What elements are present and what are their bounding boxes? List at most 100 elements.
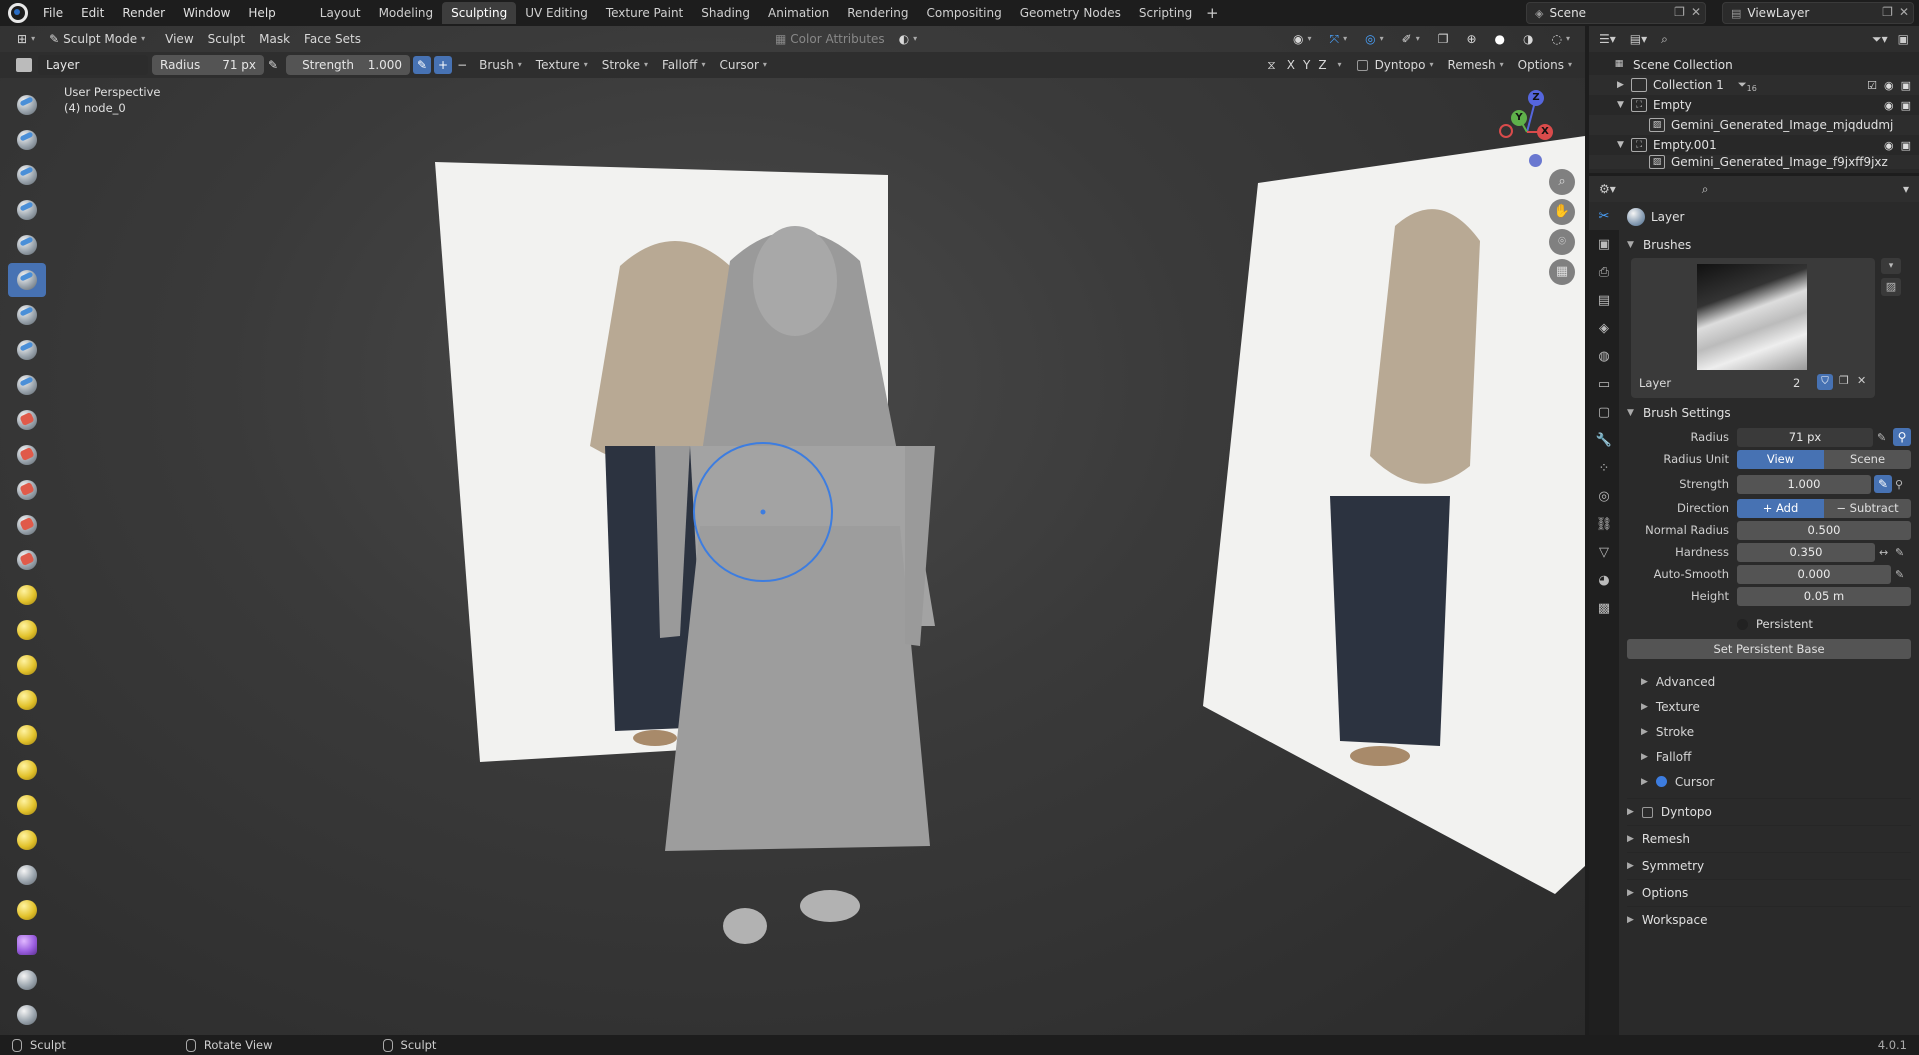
workspace-section[interactable]: ▶ Workspace — [1627, 906, 1911, 933]
modifiers-tab-icon[interactable]: 🔧 — [1589, 426, 1619, 454]
add-workspace-icon[interactable]: + — [1201, 4, 1223, 22]
outliner-scene-collection[interactable]: ▦ Scene Collection — [1589, 55, 1919, 75]
new-view-layer-icon[interactable]: ❐ — [1882, 5, 1893, 19]
properties-editor-icon[interactable]: ⚙▾ — [1599, 182, 1616, 196]
menu-file[interactable]: File — [34, 0, 72, 26]
outliner-editor-icon[interactable]: ☰▾ — [1599, 32, 1616, 46]
view-layer-tab-icon[interactable]: ▤ — [1589, 286, 1619, 314]
strength-input[interactable]: 1.000 — [1737, 474, 1871, 494]
constraints-tab-icon[interactable]: ⛓ — [1589, 510, 1619, 538]
brushes-section-header[interactable]: ▼ Brushes — [1627, 232, 1911, 258]
tab-geometry-nodes[interactable]: Geometry Nodes — [1011, 2, 1130, 24]
brush-thumbnail[interactable] — [1697, 264, 1807, 370]
hardness-pressure-icon[interactable]: ✎ — [1895, 546, 1911, 559]
symmetry-section[interactable]: ▶ Symmetry — [1627, 852, 1911, 879]
options-section[interactable]: ▶ Options — [1627, 879, 1911, 906]
eye-icon[interactable]: ◉ — [1884, 79, 1894, 92]
scene-render[interactable] — [0, 26, 1585, 1035]
world-tab-icon[interactable]: ◍ — [1589, 342, 1619, 370]
gizmo-neg-z[interactable] — [1529, 154, 1542, 167]
cursor-subsection[interactable]: ▶ Cursor — [1627, 769, 1911, 794]
persistent-checkbox[interactable] — [1737, 618, 1748, 630]
stroke-subsection[interactable]: ▶ Stroke — [1627, 719, 1911, 744]
camera-icon[interactable]: ▣ — [1901, 99, 1911, 112]
expand-arrow-icon[interactable]: ▶ — [1617, 80, 1631, 90]
menu-window[interactable]: Window — [174, 0, 239, 26]
data-tab-icon[interactable]: ▽ — [1589, 538, 1619, 566]
zoom-icon[interactable]: ⌕ — [1549, 169, 1575, 195]
advanced-subsection[interactable]: ▶ Advanced — [1627, 669, 1911, 694]
height-input[interactable]: 0.05 m — [1737, 586, 1911, 606]
texture-subsection[interactable]: ▶ Texture — [1627, 694, 1911, 719]
radius-unit-view[interactable]: View — [1737, 449, 1824, 469]
gizmo-y-axis[interactable]: Y — [1511, 110, 1527, 126]
texture-tab-icon[interactable]: ▩ — [1589, 594, 1619, 622]
gizmo-z-axis[interactable]: Z — [1528, 90, 1544, 106]
brush-list-dropdown-icon[interactable]: ▾ — [1881, 258, 1901, 274]
3d-viewport[interactable]: ⊞ ▾ ✎ Sculpt Mode ▾ View Sculpt Mask Face … — [0, 26, 1585, 1035]
menu-help[interactable]: Help — [239, 0, 284, 26]
fake-user-icon[interactable]: ⛉ — [1817, 374, 1833, 390]
menu-render[interactable]: Render — [113, 0, 174, 26]
auto-smooth-input[interactable]: 0.000 — [1737, 564, 1891, 584]
outliner-row-empty-001[interactable]: ▼ ⛶ Empty.001 ◉ ▣ — [1589, 135, 1919, 155]
menu-edit[interactable]: Edit — [72, 0, 113, 26]
render-tab-icon[interactable]: ▣ — [1589, 230, 1619, 258]
scene-tab-icon[interactable]: ◈ — [1589, 314, 1619, 342]
properties-options-icon[interactable]: ▾ — [1903, 182, 1909, 196]
delete-view-layer-icon[interactable]: ✕ — [1899, 5, 1909, 19]
tab-compositing[interactable]: Compositing — [917, 2, 1010, 24]
tool-tab-icon[interactable]: ✂ — [1589, 202, 1619, 230]
strength-pressure-icon[interactable]: ✎ — [1874, 475, 1892, 493]
gizmo-neg-x[interactable] — [1499, 124, 1513, 138]
tab-rendering[interactable]: Rendering — [838, 2, 917, 24]
camera-icon[interactable]: ▣ — [1901, 139, 1911, 152]
outliner-row-image-2[interactable]: ▨ Gemini_Generated_Image_f9jxff9jxz — [1589, 155, 1919, 169]
outliner-filter-icon[interactable]: ⏷▾ — [1872, 32, 1888, 47]
duplicate-brush-icon[interactable]: ❐ — [1839, 374, 1849, 387]
brush-preview-box[interactable]: Layer 2 ⛉ ❐ ✕ — [1631, 258, 1875, 398]
outliner-search-icon[interactable]: ⌕ — [1661, 32, 1668, 47]
hardness-invert-icon[interactable]: ↔ — [1879, 546, 1895, 559]
brush-settings-section-header[interactable]: ▼ Brush Settings — [1627, 400, 1911, 426]
view-layer-selector[interactable]: ▤ ViewLayer ❐ ✕ — [1722, 2, 1914, 24]
new-collection-icon[interactable]: ▣ — [1898, 32, 1909, 46]
scene-selector[interactable]: ◈ Scene ❐ ✕ — [1526, 2, 1706, 24]
brush-image-icon[interactable]: ▨ — [1881, 278, 1901, 296]
auto-smooth-pressure-icon[interactable]: ✎ — [1895, 568, 1911, 581]
material-tab-icon[interactable]: ◕ — [1589, 566, 1619, 594]
particles-tab-icon[interactable]: ⁘ — [1589, 454, 1619, 482]
tab-layout[interactable]: Layout — [311, 2, 370, 24]
exclude-checkbox-icon[interactable]: ☑ — [1867, 79, 1877, 92]
collapse-arrow-icon[interactable]: ▼ — [1617, 100, 1631, 110]
set-persistent-base-button[interactable]: Set Persistent Base — [1627, 639, 1911, 659]
direction-subtract[interactable]: − Subtract — [1824, 498, 1911, 518]
new-scene-icon[interactable]: ❐ — [1674, 5, 1685, 19]
unlink-brush-icon[interactable]: ✕ — [1857, 374, 1866, 387]
hardness-input[interactable]: 0.350 — [1737, 542, 1875, 562]
camera-icon[interactable]: ▣ — [1901, 79, 1911, 92]
physics-tab-icon[interactable]: ◎ — [1589, 482, 1619, 510]
radius-input[interactable]: 71 px — [1737, 427, 1873, 447]
tab-scripting[interactable]: Scripting — [1130, 2, 1201, 24]
tab-uv-editing[interactable]: UV Editing — [516, 2, 597, 24]
tab-texture-paint[interactable]: Texture Paint — [597, 2, 692, 24]
navigation-gizmo[interactable]: Z Y X — [1497, 88, 1557, 178]
radius-unified-icon[interactable]: ⚲ — [1893, 428, 1911, 446]
tab-shading[interactable]: Shading — [692, 2, 759, 24]
normal-radius-input[interactable]: 0.500 — [1737, 520, 1911, 540]
output-tab-icon[interactable]: ⎙ — [1589, 258, 1619, 286]
delete-scene-icon[interactable]: ✕ — [1691, 5, 1701, 19]
outliner-filter-mode-icon[interactable]: ▤▾ — [1630, 32, 1647, 46]
eye-icon[interactable]: ◉ — [1884, 139, 1894, 152]
radius-pressure-icon[interactable]: ✎ — [1877, 431, 1893, 444]
tab-animation[interactable]: Animation — [759, 2, 838, 24]
outliner-row-empty[interactable]: ▼ ⛶ Empty ◉ ▣ — [1589, 95, 1919, 115]
remesh-section[interactable]: ▶ Remesh — [1627, 825, 1911, 852]
radius-unit-scene[interactable]: Scene — [1824, 449, 1911, 469]
tab-sculpting[interactable]: Sculpting — [442, 2, 517, 24]
blender-logo-icon[interactable] — [8, 3, 28, 23]
falloff-subsection[interactable]: ▶ Falloff — [1627, 744, 1911, 769]
outliner-row-collection-1[interactable]: ▶ Collection 1 ⏷ 16 ☑ ◉ ▣ — [1589, 75, 1919, 95]
dyntopo-section[interactable]: ▶ Dyntopo — [1627, 798, 1911, 825]
